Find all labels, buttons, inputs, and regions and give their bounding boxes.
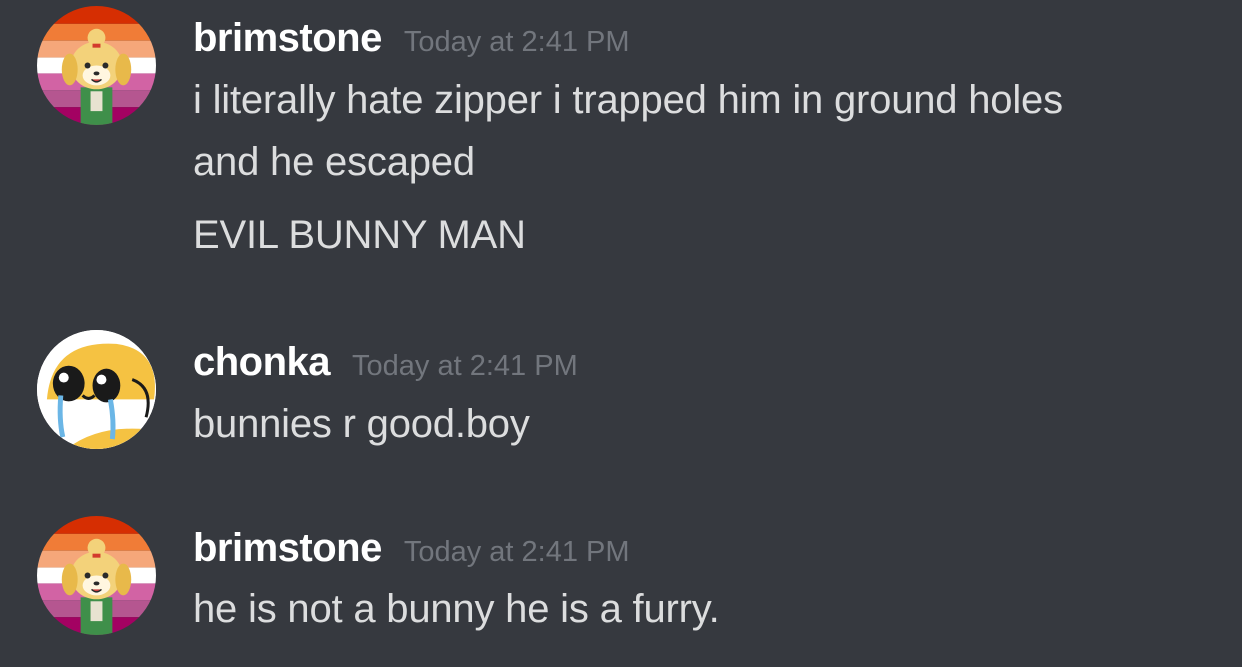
message-text: EVIL BUNNY MAN: [193, 213, 526, 257]
message-text: i literally hate zipper i trapped him in…: [193, 78, 1063, 122]
username[interactable]: chonka: [193, 340, 331, 384]
username[interactable]: brimstone: [193, 16, 382, 60]
message-header: brimstone Today at 2:41 PM: [193, 16, 630, 61]
timestamp[interactable]: Today at 2:41 PM: [404, 26, 630, 58]
message-text: he is not a bunny he is a furry.: [193, 587, 720, 631]
crying-face-avatar-icon: [37, 330, 156, 449]
username[interactable]: brimstone: [193, 526, 382, 570]
timestamp[interactable]: Today at 2:41 PM: [404, 536, 630, 568]
avatar[interactable]: [37, 330, 156, 449]
avatar[interactable]: [37, 6, 156, 125]
message-text: and he escaped: [193, 140, 475, 184]
isabelle-avatar-icon: [37, 6, 156, 125]
message-header: chonka Today at 2:41 PM: [193, 340, 578, 385]
message-header: brimstone Today at 2:41 PM: [193, 526, 630, 571]
message-text: bunnies r good.boy: [193, 402, 530, 446]
avatar[interactable]: [37, 516, 156, 635]
isabelle-avatar-icon: [37, 516, 156, 635]
timestamp[interactable]: Today at 2:41 PM: [352, 350, 578, 382]
